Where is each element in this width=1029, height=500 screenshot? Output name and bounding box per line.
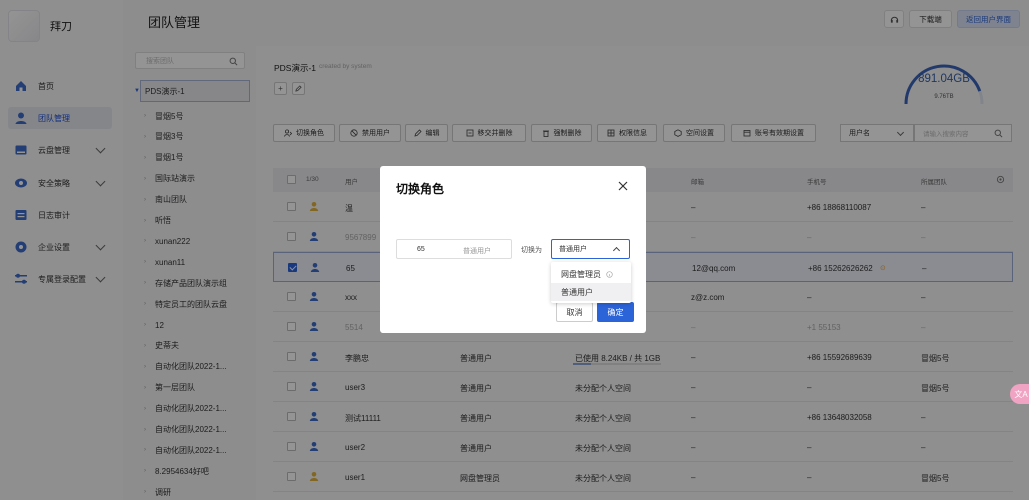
close-icon[interactable] <box>618 181 628 191</box>
role-option-admin[interactable]: 网盘管理员 <box>551 265 631 283</box>
role-option-normal[interactable]: 普通用户 <box>551 283 631 301</box>
switch-role-dialog: 切换角色 65 普通用户 切换为 普通用户 取消 确定 <box>380 166 646 333</box>
target-user-role: 普通用户 <box>463 248 491 255</box>
role-dropdown: 网盘管理员 普通用户 <box>551 262 631 303</box>
role-select-value: 普通用户 <box>559 246 587 253</box>
target-user-field: 65 普通用户 <box>396 239 512 259</box>
role-option-label: 普通用户 <box>561 287 593 297</box>
dialog-title: 切换角色 <box>396 182 445 196</box>
role-select[interactable]: 普通用户 <box>551 239 630 259</box>
switch-to-label: 切换为 <box>521 247 542 254</box>
info-icon <box>606 270 613 278</box>
translate-float-button[interactable]: 文A <box>1010 384 1029 404</box>
chevron-up-icon <box>612 246 621 255</box>
target-user-name: 65 <box>417 246 425 253</box>
cancel-button[interactable]: 取消 <box>556 302 593 322</box>
confirm-button[interactable]: 确定 <box>597 302 634 322</box>
role-option-label: 网盘管理员 <box>561 269 601 279</box>
